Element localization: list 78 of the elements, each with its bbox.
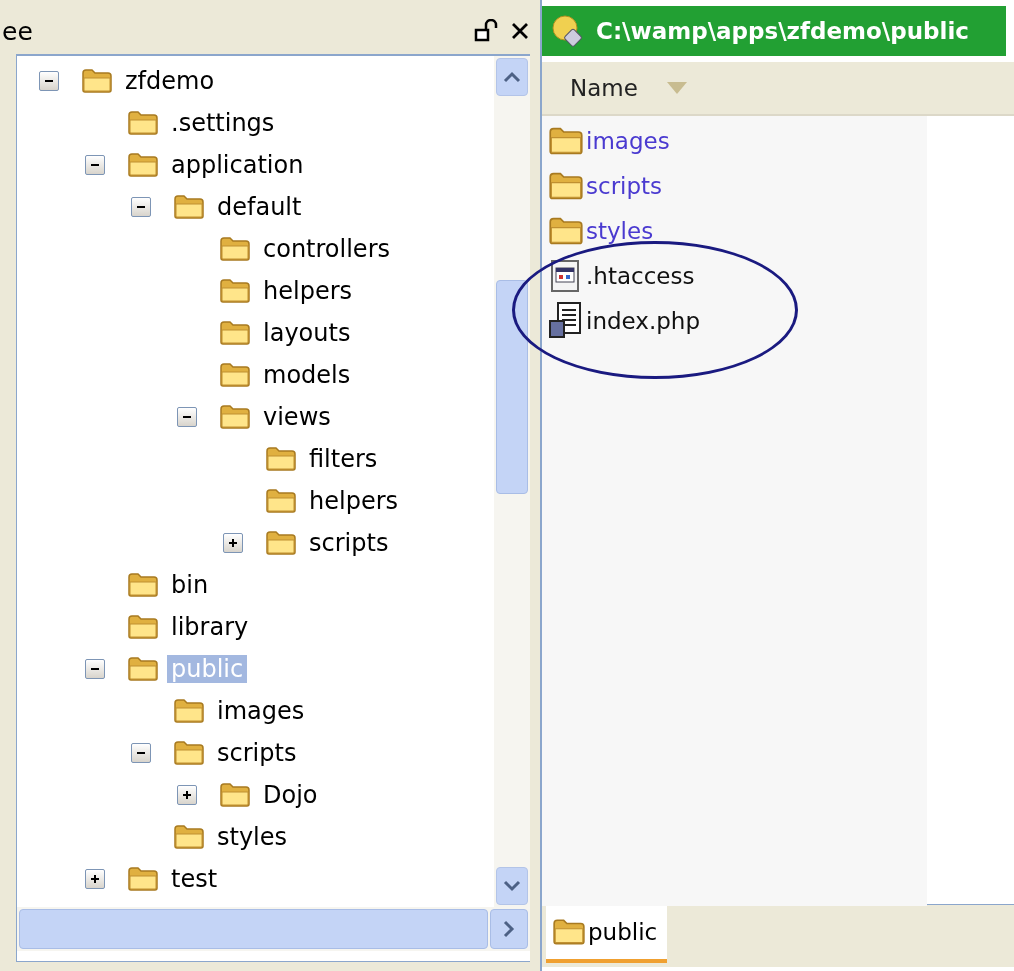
scroll-up-button[interactable] [496,58,528,96]
tree-item[interactable]: filters [305,445,382,473]
folder-icon [219,782,251,808]
file-name[interactable]: scripts [586,172,663,199]
column-label: Name [570,75,638,101]
folder-icon [127,866,159,892]
file-name[interactable]: .htaccess [586,262,695,289]
folder-icon [173,824,205,850]
file-name[interactable]: index.php [586,307,700,334]
folder-tab[interactable]: public [546,905,668,963]
tree-item[interactable]: images [213,697,309,725]
collapse-toggle[interactable] [177,407,197,427]
plus-icon [227,537,239,549]
tree-item[interactable]: helpers [305,487,402,515]
tree-item[interactable]: models [259,361,355,389]
scroll-down-button[interactable] [496,867,528,905]
folder-icon [548,170,584,201]
folder-icon [552,918,586,946]
tree-item[interactable]: helpers [259,277,356,305]
folder-icon [173,698,205,724]
close-icon[interactable] [510,21,530,41]
collapse-toggle[interactable] [39,71,59,91]
file-name[interactable]: images [586,127,670,154]
folder-icon [127,614,159,640]
tree-item[interactable]: scripts [305,529,393,557]
tree-item[interactable]: bin [167,571,213,599]
collapse-toggle[interactable] [85,155,105,175]
tree-item[interactable]: views [259,403,335,431]
collapse-toggle[interactable] [131,197,151,217]
plus-icon [181,789,193,801]
unlock-icon[interactable] [474,19,500,43]
scrollbar-thumb[interactable] [19,909,488,949]
tree-item[interactable]: zfdemo [121,67,219,95]
vertical-scrollbar[interactable] [494,56,530,907]
panel-title: ee [2,16,34,46]
folder-icon [219,320,251,346]
chevron-right-icon [503,919,515,939]
folder-icon [127,572,159,598]
folder-icon [219,278,251,304]
tree-item[interactable]: scripts [213,739,301,767]
tree-item[interactable]: layouts [259,319,355,347]
folder-icon [265,530,297,556]
expand-toggle[interactable] [177,785,197,805]
tree-item[interactable]: default [213,193,306,221]
tree-item[interactable]: controllers [259,235,394,263]
collapse-toggle[interactable] [131,743,151,763]
folder-icon [265,446,297,472]
open-folder-icon [173,740,205,766]
open-folder-icon [173,194,205,220]
tree-item[interactable]: library [167,613,253,641]
open-folder-icon [81,68,113,94]
open-folder-icon [127,152,159,178]
tree-item[interactable]: test [167,865,222,893]
tree-item[interactable]: .settings [167,109,279,137]
script-file-icon [548,300,584,341]
scrollbar-thumb[interactable] [496,280,528,494]
folder-icon [265,488,297,514]
scroll-right-button[interactable] [490,909,528,949]
tree-item[interactable]: Dojo [259,781,322,809]
expand-toggle[interactable] [85,869,105,889]
folder-icon [548,215,584,246]
tree-item[interactable]: application [167,151,308,179]
folder-icon [219,362,251,388]
plus-icon [89,873,101,885]
open-folder-icon [127,656,159,682]
column-header[interactable]: Name [542,62,1014,116]
folder-icon [548,125,584,156]
horizontal-scrollbar[interactable] [17,907,530,951]
chevron-down-icon [502,880,522,892]
folder-icon [219,236,251,262]
file-name[interactable]: styles [586,217,654,244]
open-folder-icon [219,404,251,430]
tree-item[interactable]: styles [213,823,292,851]
collapse-toggle[interactable] [85,659,105,679]
path-title: C:\wamp\apps\zfdemo\public [596,18,969,44]
folder-icon [127,110,159,136]
chevron-up-icon [502,71,522,83]
expand-toggle[interactable] [223,533,243,553]
